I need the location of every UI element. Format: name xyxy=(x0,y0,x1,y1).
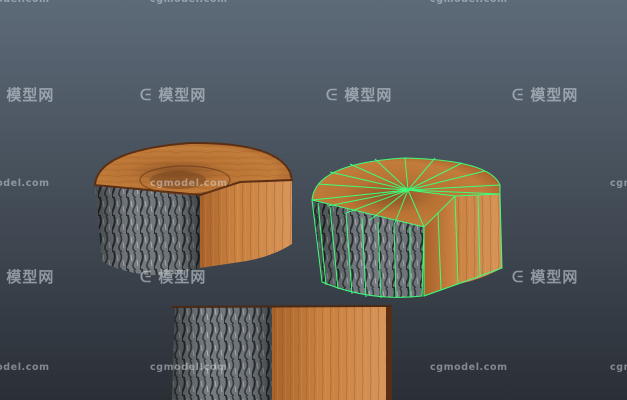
stump-cut-grain-a xyxy=(200,182,240,268)
side-stump-bark-shading xyxy=(172,306,272,400)
stump-textured[interactable] xyxy=(93,141,294,276)
stump-heartwood xyxy=(150,171,206,189)
3d-viewport[interactable]: ᕮ 模型网ᕮ 模型网ᕮ 模型网ᕮ 模型网ᕮ 模型网ᕮ 模型网ᕮ 模型网cgmod… xyxy=(0,0,627,400)
stump-wireframe[interactable] xyxy=(311,157,503,299)
stump-bark-shading xyxy=(95,185,200,276)
side-stump-grain-a xyxy=(272,306,330,400)
side-stump-rim xyxy=(386,306,392,400)
stump-side-view[interactable] xyxy=(171,305,393,400)
side-stump-grain-b xyxy=(330,306,386,400)
viewport-scene[interactable] xyxy=(0,0,627,400)
side-stump-top-edge xyxy=(171,305,393,308)
